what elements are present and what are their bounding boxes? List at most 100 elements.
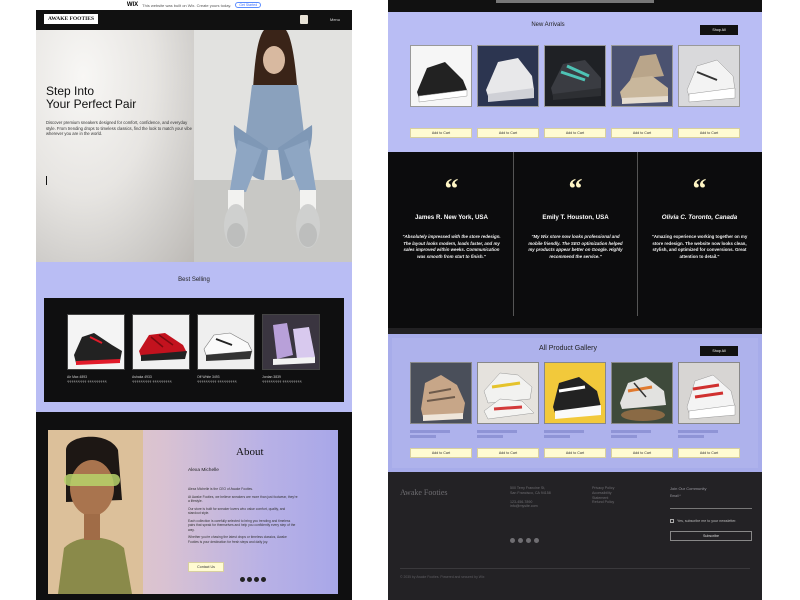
product-image[interactable] <box>410 45 472 107</box>
ceo-name: Alexa Michelle <box>188 468 219 473</box>
newsletter-checkbox[interactable] <box>670 519 674 523</box>
product-image[interactable] <box>544 362 606 424</box>
arrival-product[interactable] <box>477 45 539 107</box>
quote-icon: “ <box>568 174 583 205</box>
instagram-icon[interactable] <box>534 538 539 543</box>
facebook-icon[interactable] <box>510 538 515 543</box>
product-image[interactable] <box>67 314 125 370</box>
site-logo[interactable]: AWAKE FOOTIES <box>44 14 98 24</box>
top-strip <box>388 0 762 12</box>
gallery-shop-all-button[interactable]: Shop All <box>700 346 738 356</box>
product-price: ₹₹₹₹₹₹₹₹₹ ₹₹₹₹₹₹₹₹₹ <box>197 380 237 384</box>
text-cursor <box>46 176 47 185</box>
product-card[interactable]: Ashaka 4933 ₹₹₹₹₹₹₹₹₹ ₹₹₹₹₹₹₹₹₹ <box>132 314 190 384</box>
menu-button[interactable]: Menu <box>330 17 340 22</box>
hero-section: Step Into Your Perfect Pair Discover prem… <box>36 30 352 262</box>
new-arrivals-title: New Arrivals <box>531 22 565 28</box>
refund-policy-link[interactable]: Refund Policy <box>592 500 614 505</box>
gallery-product[interactable] <box>410 362 472 438</box>
quote-icon: “ <box>692 174 707 205</box>
facebook-icon[interactable] <box>240 577 245 582</box>
social-links <box>240 577 266 582</box>
footer-social-links <box>510 538 539 543</box>
linkedin-icon[interactable] <box>254 577 259 582</box>
gallery-product[interactable] <box>544 362 606 438</box>
new-arrivals-section: New Arrivals Shop All Add to Cart Add to… <box>388 0 762 152</box>
product-price-placeholder <box>611 435 637 438</box>
product-name-placeholder <box>678 430 718 433</box>
testimonials-section: “ James R. New York, USA "Absolutely imp… <box>388 152 762 328</box>
gallery-product[interactable] <box>678 362 740 438</box>
footer-logo[interactable]: Awake Footies <box>400 488 447 497</box>
add-to-cart-button[interactable]: Add to Cart <box>477 448 539 458</box>
testimonial-quote: "Absolutely impressed with the store red… <box>402 234 501 259</box>
product-image[interactable] <box>262 314 320 370</box>
add-to-cart-button[interactable]: Add to Cart <box>544 448 606 458</box>
instagram-icon[interactable] <box>261 577 266 582</box>
about-section: About Alexa Michelle Alexa Michelle is t… <box>36 412 352 600</box>
arrival-product[interactable] <box>611 45 673 107</box>
gallery-title: All Product Gallery <box>539 345 597 352</box>
product-name: Off White 3493 <box>197 375 220 379</box>
hero-model-image <box>194 30 352 262</box>
footer-address-line: San Francisco, CA 94158 <box>510 490 551 495</box>
product-image[interactable] <box>611 362 673 424</box>
product-image[interactable] <box>678 362 740 424</box>
product-image[interactable] <box>197 314 255 370</box>
quote-icon: “ <box>444 174 459 205</box>
footer-email[interactable]: info@mysite.com <box>510 504 551 509</box>
testimonial-card: “ Olivia C. Toronto, Canada "Amazing exp… <box>638 152 761 316</box>
add-to-cart-button[interactable]: Add to Cart <box>410 128 472 138</box>
product-image[interactable] <box>477 362 539 424</box>
product-card[interactable]: Air Max 4893 ₹₹₹₹₹₹₹₹₹ ₹₹₹₹₹₹₹₹₹ <box>67 314 125 384</box>
shop-all-button[interactable]: Shop All <box>700 25 738 35</box>
contact-us-button[interactable]: Contact Us <box>188 562 224 572</box>
add-to-cart-button[interactable]: Add to Cart <box>410 448 472 458</box>
hero-title: Step Into Your Perfect Pair <box>46 85 136 111</box>
wix-banner-text: This website was built on Wix. Create yo… <box>142 2 232 8</box>
subscribe-button[interactable]: Subscribe <box>670 531 752 541</box>
product-name: Jordan 3839 <box>262 375 281 379</box>
gallery-product[interactable] <box>611 362 673 438</box>
about-title: About <box>236 446 264 458</box>
product-image[interactable] <box>410 362 472 424</box>
testimonial-quote: "My Wix store now looks professional and… <box>528 234 623 259</box>
arrival-product[interactable] <box>678 45 740 107</box>
product-image[interactable] <box>132 314 190 370</box>
best-selling-grid: Air Max 4893 ₹₹₹₹₹₹₹₹₹ ₹₹₹₹₹₹₹₹₹ Ashaka … <box>44 298 344 402</box>
add-to-cart-button[interactable]: Add to Cart <box>611 448 673 458</box>
add-to-cart-button[interactable]: Add to Cart <box>678 128 740 138</box>
product-price-placeholder <box>410 435 436 438</box>
get-started-button[interactable]: Get Started <box>235 2 262 8</box>
add-to-cart-button[interactable]: Add to Cart <box>544 128 606 138</box>
add-to-cart-button[interactable]: Add to Cart <box>477 128 539 138</box>
add-to-cart-button[interactable]: Add to Cart <box>678 448 740 458</box>
product-gallery-section: All Product Gallery Shop All Add to Cart… <box>388 334 762 472</box>
store-home-page: WIX This website was built on Wix. Creat… <box>36 0 352 600</box>
product-image[interactable] <box>544 45 606 107</box>
arrival-product[interactable] <box>410 45 472 107</box>
shopping-bag-icon[interactable] <box>300 15 308 24</box>
copyright-text: © 2035 by Awake Footies. Powered and sec… <box>400 575 485 579</box>
best-selling-title: Best Selling <box>178 277 210 283</box>
twitter-icon[interactable] <box>247 577 252 582</box>
product-name-placeholder <box>410 430 450 433</box>
testimonial-author: James R. New York, USA <box>414 214 489 221</box>
ceo-photo <box>48 430 143 594</box>
product-name: Ashaka 4933 <box>132 375 152 379</box>
testimonial-quote: "Amazing experience working together on … <box>651 234 748 259</box>
product-image[interactable] <box>477 45 539 107</box>
accessibility-link[interactable]: Accessibility <box>592 491 614 496</box>
product-image[interactable] <box>678 45 740 107</box>
hero-fabric-image <box>36 30 194 262</box>
product-image[interactable] <box>611 45 673 107</box>
add-to-cart-button[interactable]: Add to Cart <box>611 128 673 138</box>
product-card[interactable]: Jordan 3839 ₹₹₹₹₹₹₹₹₹ ₹₹₹₹₹₹₹₹₹ <box>262 314 320 384</box>
linkedin-icon[interactable] <box>526 538 531 543</box>
arrival-product[interactable] <box>544 45 606 107</box>
product-card[interactable]: Off White 3493 ₹₹₹₹₹₹₹₹₹ ₹₹₹₹₹₹₹₹₹ <box>197 314 255 384</box>
email-input[interactable] <box>670 508 752 509</box>
twitter-icon[interactable] <box>518 538 523 543</box>
footer-contact: 500 Terry Francine St, San Francisco, CA… <box>510 486 551 509</box>
gallery-product[interactable] <box>477 362 539 438</box>
